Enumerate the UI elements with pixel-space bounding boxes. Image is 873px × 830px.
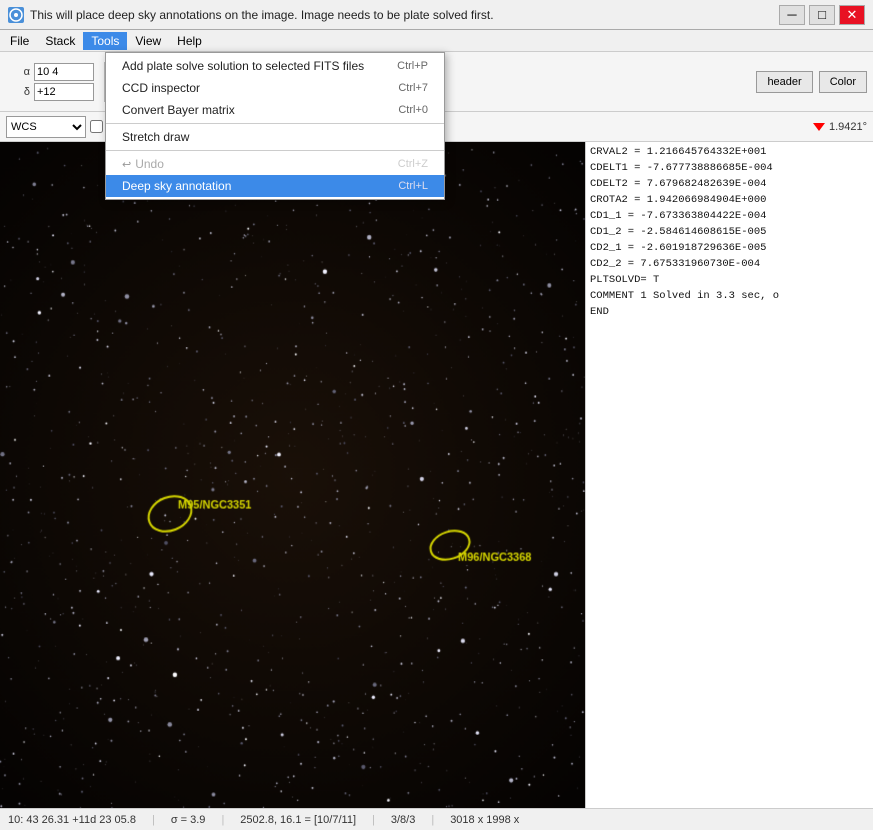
star-field-canvas (0, 142, 585, 808)
dropdown-add-plate-solve[interactable]: Add plate solve solution to selected FIT… (106, 55, 444, 77)
dropdown-sep-1 (106, 123, 444, 124)
status-page: 3/8/3 (391, 814, 415, 826)
wcs-select[interactable]: WCS RA/Dec Alt/Az (6, 116, 86, 138)
status-position: 2502.8, 16.1 = [10/7/11] (240, 814, 356, 826)
alpha-label: α (6, 66, 30, 78)
dropdown-convert-bayer[interactable]: Convert Bayer matrix Ctrl+0 (106, 99, 444, 121)
delta-label: δ (6, 86, 30, 98)
status-sigma: σ = 3.9 (171, 814, 206, 826)
fits-header-panel: CRVAL2 = 1.216645764332E+001CDELT1 = -7.… (585, 142, 873, 808)
menu-stack[interactable]: Stack (37, 32, 83, 50)
header-button[interactable]: header (756, 71, 812, 93)
dropdown-stretch-draw[interactable]: Stretch draw (106, 126, 444, 148)
angle-area: 1.9421° (813, 121, 867, 133)
coordinate-fields: α δ (6, 63, 94, 101)
menu-tools[interactable]: Tools (83, 32, 127, 50)
angle-value: 1.9421° (829, 121, 867, 133)
tools-dropdown-menu: Add plate solve solution to selected FIT… (105, 52, 445, 200)
dropdown-undo[interactable]: ↩Undo Ctrl+Z (106, 153, 444, 175)
fits-header-content: CRVAL2 = 1.216645764332E+001CDELT1 = -7.… (586, 142, 873, 808)
dropdown-ccd-inspector[interactable]: CCD inspector Ctrl+7 (106, 77, 444, 99)
main-area: CRVAL2 = 1.216645764332E+001CDELT1 = -7.… (0, 142, 873, 808)
inverse-mouse-wheel-checkbox[interactable] (90, 120, 103, 133)
dropdown-sep-2 (106, 150, 444, 151)
delta-input[interactable] (34, 83, 94, 101)
dropdown-deep-sky-annotation[interactable]: Deep sky annotation Ctrl+L (106, 175, 444, 197)
arrow-down-icon (813, 123, 825, 131)
menu-file[interactable]: File (2, 32, 37, 50)
menu-bar: File Stack Tools View Help (0, 30, 873, 52)
window-title: This will place deep sky annotations on … (30, 8, 779, 22)
title-bar: This will place deep sky annotations on … (0, 0, 873, 30)
menu-view[interactable]: View (127, 32, 169, 50)
toolbar-right: header Color (756, 71, 867, 93)
menu-help[interactable]: Help (169, 32, 210, 50)
minimize-button[interactable]: ─ (779, 5, 805, 25)
maximize-button[interactable]: □ (809, 5, 835, 25)
app-icon (8, 7, 24, 23)
status-coords: 10: 43 26.31 +11d 23 05.8 (8, 814, 136, 826)
status-resolution: 3018 x 1998 x (450, 814, 519, 826)
color-button[interactable]: Color (819, 71, 867, 93)
image-panel[interactable] (0, 142, 585, 808)
close-button[interactable]: ✕ (839, 5, 865, 25)
window-controls: ─ □ ✕ (779, 5, 865, 25)
alpha-input[interactable] (34, 63, 94, 81)
status-bar: 10: 43 26.31 +11d 23 05.8 | σ = 3.9 | 25… (0, 808, 873, 830)
